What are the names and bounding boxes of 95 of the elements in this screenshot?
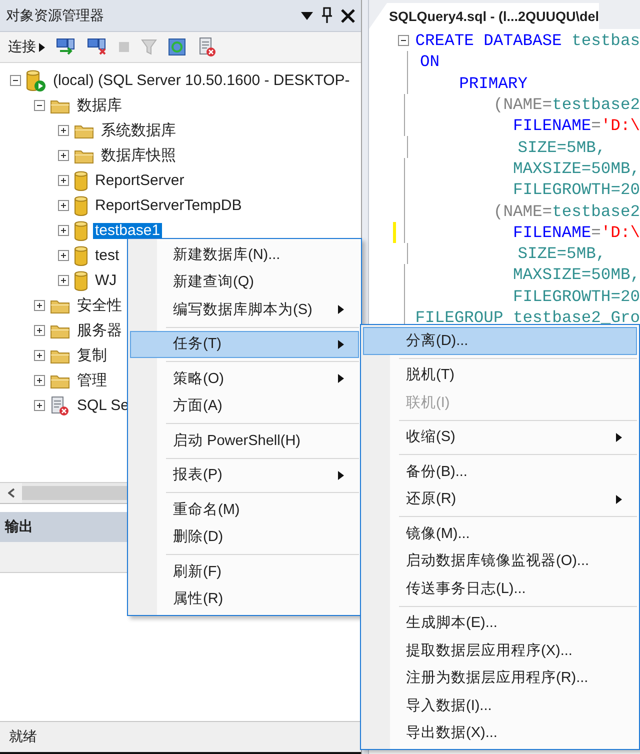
- tree-item[interactable]: 管理: [75, 372, 109, 388]
- folder-icon: [50, 322, 70, 338]
- tree-item[interactable]: 数据库快照: [99, 148, 178, 164]
- menu-item[interactable]: 镜像(M)...: [363, 520, 637, 548]
- dropdown-icon[interactable]: [301, 12, 313, 20]
- menu-item[interactable]: 脱机(T): [363, 362, 637, 389]
- status-text: 就绪: [9, 728, 37, 746]
- code-line: ON: [420, 52, 440, 72]
- menu-item[interactable]: 任务(T): [130, 330, 359, 358]
- menu-item[interactable]: 新建查询(Q): [130, 268, 359, 296]
- tree-item[interactable]: 系统数据库: [99, 122, 178, 138]
- database-icon: [74, 246, 88, 266]
- tree-item[interactable]: 数据库: [75, 98, 124, 114]
- menu-item[interactable]: 重命名(M): [130, 496, 359, 524]
- editor-tab[interactable]: SQLQuery4.sql - (l...2QUUQU\del: [369, 3, 600, 29]
- expand-icon[interactable]: [58, 125, 69, 136]
- expand-icon[interactable]: [58, 225, 69, 236]
- tree-item[interactable]: ReportServer: [93, 172, 186, 188]
- menu-item[interactable]: 收缩(S): [363, 424, 637, 451]
- folder-icon: [50, 298, 70, 314]
- tree-item[interactable]: testbase1: [93, 222, 162, 238]
- script-stop-icon[interactable]: [197, 37, 217, 57]
- connect-icon[interactable]: [56, 38, 76, 56]
- menu-item[interactable]: 分离(D)...: [363, 327, 637, 354]
- menu-item[interactable]: 新建数据库(N)...: [130, 241, 359, 268]
- menu-item[interactable]: 方面(A): [130, 392, 359, 420]
- panel-title: 输出: [5, 518, 33, 536]
- expand-icon[interactable]: [58, 150, 69, 161]
- tree-item[interactable]: ReportServerTempDB: [93, 198, 244, 214]
- code-line: CREATE DATABASE testbas: [415, 31, 640, 50]
- menu-item[interactable]: 启动数据库镜像监视器(O)...: [363, 548, 637, 575]
- code-line: MAXSIZE=50MB,: [512, 265, 640, 284]
- menu-item[interactable]: 提取数据层应用程序(X)...: [363, 637, 637, 664]
- collapse-icon[interactable]: [10, 75, 21, 86]
- menu-item[interactable]: 注册为数据层应用程序(R)...: [363, 664, 637, 692]
- folder-icon: [50, 98, 70, 114]
- expand-icon[interactable]: [34, 400, 45, 411]
- expand-icon[interactable]: [58, 200, 69, 211]
- agent-icon: [50, 396, 70, 416]
- menu-item[interactable]: 刷新(F): [130, 558, 359, 586]
- expand-icon[interactable]: [58, 175, 69, 186]
- refresh-icon[interactable]: [168, 38, 186, 56]
- tree-item[interactable]: 服务器: [75, 322, 124, 338]
- code-line: SIZE=5MB,: [516, 244, 606, 264]
- code-line: FILENAME='D:\: [512, 116, 640, 136]
- code-line: FILENAME='D:\: [512, 222, 640, 242]
- code-line: PRIMARY: [458, 74, 528, 93]
- code-line: SIZE=5MB,: [516, 138, 606, 157]
- folder-icon: [50, 372, 70, 388]
- scroll-left-icon[interactable]: [8, 488, 14, 498]
- menu-item[interactable]: 备份(B)...: [363, 458, 637, 486]
- menu-item[interactable]: 编写数据库脚本为(S): [130, 296, 359, 324]
- panel-title: 对象资源管理器: [6, 6, 105, 24]
- caret-icon: [39, 42, 45, 52]
- menu-item[interactable]: 生成脚本(E)...: [363, 610, 637, 637]
- database-icon: [74, 170, 88, 190]
- tree-item[interactable]: 复制: [75, 348, 109, 364]
- database-icon: [74, 220, 88, 240]
- code-line: MAXSIZE=50MB,: [512, 158, 640, 178]
- menu-item[interactable]: 导出数据(X)...: [363, 720, 637, 747]
- close-icon[interactable]: [341, 8, 355, 22]
- folder-icon: [50, 348, 70, 364]
- code-line: (NAME=testbase2: [492, 202, 640, 221]
- database-icon: [74, 270, 88, 290]
- server-icon: [26, 70, 46, 92]
- disconnect-icon[interactable]: [87, 38, 107, 56]
- expand-icon[interactable]: [58, 250, 69, 261]
- expand-icon[interactable]: [34, 375, 45, 386]
- menu-item[interactable]: 策略(O): [130, 365, 359, 392]
- code-line: (NAME=testbase2: [492, 95, 640, 114]
- expand-icon[interactable]: [58, 275, 69, 286]
- connect-button[interactable]: 连接: [8, 38, 45, 56]
- collapse-icon[interactable]: [34, 100, 45, 111]
- tree-item[interactable]: (local) (SQL Server 10.50.1600 - DESKTOP-: [51, 72, 352, 88]
- code-line: FILEGROWTH=20: [512, 180, 640, 200]
- folder-icon: [74, 122, 94, 138]
- menu-item[interactable]: 报表(P): [130, 462, 359, 489]
- pin-icon[interactable]: [321, 7, 333, 24]
- expand-icon[interactable]: [34, 300, 45, 311]
- expand-icon[interactable]: [34, 325, 45, 336]
- menu-item[interactable]: 导入数据(I)...: [363, 692, 637, 720]
- menu-item[interactable]: 删除(D): [130, 524, 359, 551]
- folder-icon: [74, 148, 94, 164]
- tree-item[interactable]: test: [93, 248, 122, 264]
- code-line: FILEGROUP testbase2_Gro: [415, 308, 640, 327]
- expand-icon[interactable]: [34, 350, 45, 361]
- menu-item[interactable]: 启动 PowerShell(H): [130, 427, 359, 454]
- database-icon: [74, 196, 88, 216]
- tree-item[interactable]: 安全性: [75, 298, 124, 314]
- code-line: FILEGROWTH=20: [512, 286, 640, 306]
- menu-item[interactable]: 还原(R): [363, 486, 637, 513]
- menu-item[interactable]: 传送事务日志(L)...: [363, 575, 637, 602]
- menu-item[interactable]: 属性(R): [130, 586, 359, 613]
- tree-item[interactable]: WJ: [93, 272, 119, 288]
- collapse-icon[interactable]: [398, 35, 410, 46]
